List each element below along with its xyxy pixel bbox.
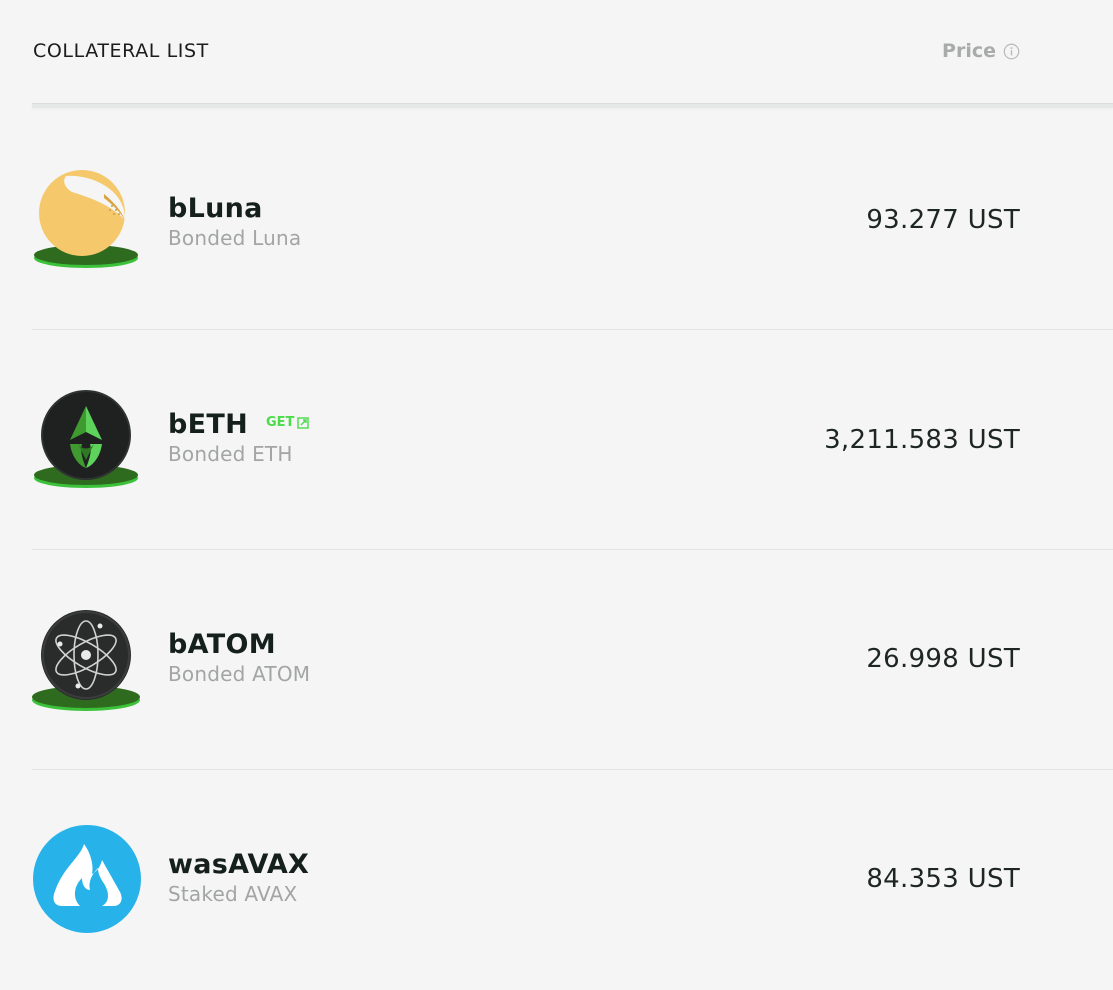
token-symbol: bATOM (168, 629, 276, 660)
token-symbol: wasAVAX (168, 849, 310, 880)
beth-text: bETH GET Bonded ETH (168, 409, 310, 466)
token-price: 84.353 UST (866, 864, 1020, 894)
token-symbol: bLuna (168, 193, 263, 224)
token-name: Bonded ETH (168, 442, 293, 466)
price-column-label: Price (942, 40, 996, 62)
price-column-header[interactable]: Price (942, 40, 1020, 62)
external-link-icon (297, 416, 310, 429)
token-name: Bonded ATOM (168, 662, 311, 686)
token-price: 3,211.583 UST (824, 425, 1020, 455)
token-price: 26.998 UST (866, 644, 1020, 674)
token-symbol: bETH (168, 409, 248, 440)
beth-icon (34, 390, 138, 488)
header-divider (32, 103, 1113, 108)
batom-text: bATOM Bonded ATOM (168, 629, 310, 686)
collateral-row-beth[interactable]: bETH GET Bonded ETH 3,211.583 UST (32, 330, 1113, 550)
collateral-list-title: COLLATERAL LIST (33, 40, 209, 62)
collateral-row-batom[interactable]: bATOM Bonded ATOM 26.998 UST (32, 550, 1113, 770)
token-name: Staked AVAX (168, 882, 298, 906)
collateral-row-bluna[interactable]: bLuna Bonded Luna 93.277 UST (32, 110, 1113, 330)
get-beth-link[interactable]: GET (266, 415, 310, 430)
info-icon[interactable] (1003, 43, 1020, 60)
bluna-icon (34, 170, 138, 268)
wasavax-icon (33, 825, 141, 933)
token-price: 93.277 UST (866, 205, 1020, 235)
token-name: Bonded Luna (168, 226, 302, 250)
batom-icon (32, 610, 140, 711)
get-label: GET (266, 415, 295, 430)
bluna-text: bLuna Bonded Luna (168, 193, 301, 250)
collateral-row-wasavax[interactable]: wasAVAX Staked AVAX 84.353 UST (32, 770, 1113, 990)
wasavax-text: wasAVAX Staked AVAX (168, 849, 309, 906)
collateral-list-header: COLLATERAL LIST Price (0, 0, 1113, 104)
